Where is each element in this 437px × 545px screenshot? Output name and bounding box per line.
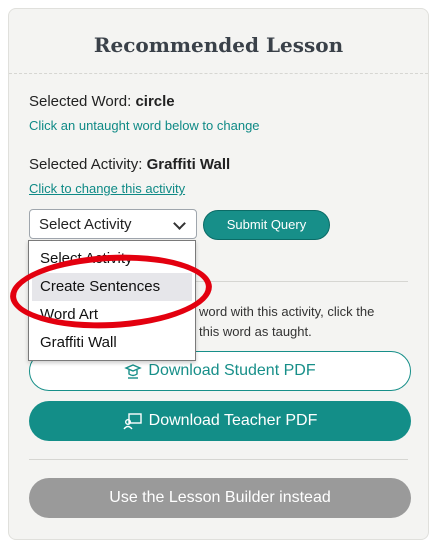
- selected-word-row: Selected Word: circle: [29, 93, 175, 110]
- student-icon: [124, 364, 143, 379]
- activity-select-value: Select Activity: [39, 216, 132, 233]
- change-word-link[interactable]: Click an untaught word below to change: [29, 118, 260, 133]
- lesson-builder-button[interactable]: Use the Lesson Builder instead: [29, 478, 411, 518]
- chevron-down-icon: [173, 217, 186, 230]
- selected-activity-value: Graffiti Wall: [146, 156, 231, 173]
- selected-activity-label: Selected Activity:: [29, 156, 147, 173]
- download-teacher-label: Download Teacher PDF: [148, 412, 318, 429]
- bottom-divider: [29, 459, 408, 460]
- teacher-icon: [123, 413, 142, 430]
- change-activity-link[interactable]: Click to change this activity: [29, 181, 185, 196]
- selected-word-value: circle: [135, 93, 175, 110]
- activity-select[interactable]: Select Activity: [29, 209, 197, 239]
- selected-activity-row: Selected Activity: Graffiti Wall: [29, 156, 230, 173]
- download-teacher-pdf-button[interactable]: Download Teacher PDF: [29, 401, 411, 441]
- help-text: word with this activity, click the this …: [199, 302, 411, 342]
- card-title: Recommended Lesson: [93, 33, 344, 57]
- selected-word-label: Selected Word:: [29, 93, 136, 110]
- submit-query-button[interactable]: Submit Query: [203, 210, 330, 240]
- title-divider: [9, 73, 428, 74]
- download-student-label: Download Student PDF: [148, 362, 316, 379]
- help-text-line-2: this word as taught.: [199, 324, 312, 339]
- dropdown-option[interactable]: Graffiti Wall: [32, 329, 192, 357]
- help-text-line-1: word with this activity, click the: [199, 304, 375, 319]
